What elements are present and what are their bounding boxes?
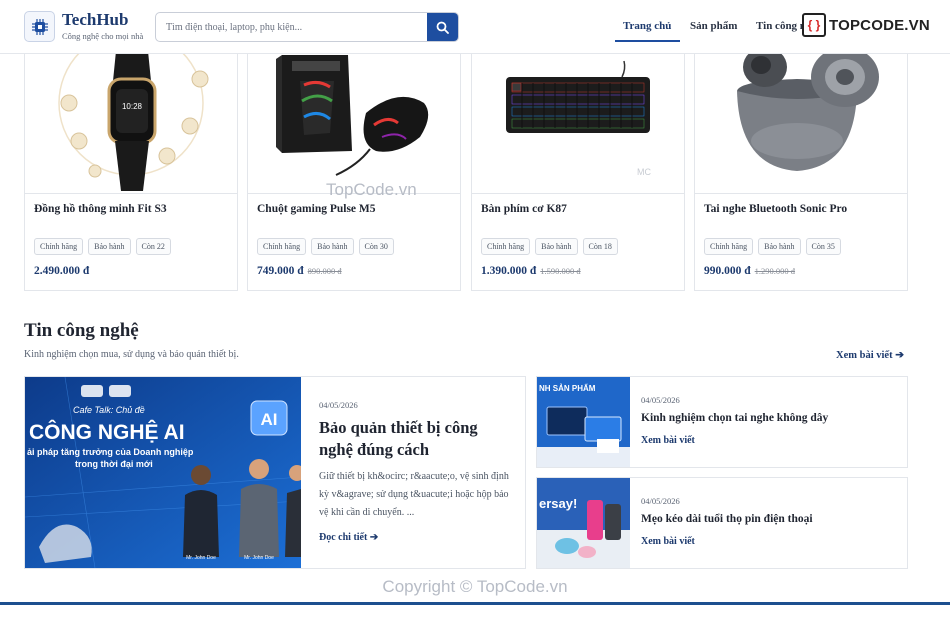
old-price: 1.290.000 đ [754,266,796,276]
topcode-watermark-logo: { } TOPCODE.VN [802,11,930,39]
svg-text:trong thời đại mới: trong thời đại mới [75,459,153,469]
nav-active-indicator [615,40,680,42]
product-card[interactable]: Tai nghe Bluetooth Sonic Pro Chính hãng … [694,40,908,291]
product-card[interactable]: Chuột gaming Pulse M5 Chính hãng Bảo hàn… [247,40,461,291]
svg-text:ersay!: ersay! [539,496,577,511]
search-icon [436,21,449,34]
article-date: 04/05/2026 [319,400,358,410]
svg-text:10:28: 10:28 [122,102,143,111]
watermark-text: TopCode.vn [326,180,417,199]
current-price: 1.390.000 đ [481,265,537,277]
product-name[interactable]: Đồng hồ thông minh Fit S3 [34,203,167,215]
svg-text:NH SẢN PHẨM: NH SẢN PHẨM [539,384,596,393]
article-title[interactable]: Bảo quản thiết bị công nghệ đúng cách [319,417,509,461]
current-price: 990.000 đ [704,265,751,277]
product-price: 2.490.000 đ [34,265,89,277]
tag-warranty: Bảo hành [758,238,801,255]
article-excerpt: Giữ thiết bị kh&ocirc; r&aacute;o, vệ si… [319,471,509,518]
watermark-mark-icon: { } [802,13,826,37]
old-price: 890.000 đ [307,266,342,276]
card-divider [472,193,684,194]
tag-authentic: Chính hãng [481,238,531,255]
side-article-image[interactable]: NH SẢN PHẨM [537,377,630,467]
article-title[interactable]: Mẹo kéo dài tuổi thọ pin điện thoại [641,513,813,525]
product-name[interactable]: Tai nghe Bluetooth Sonic Pro [704,203,847,215]
chip-logo-icon[interactable] [24,11,55,42]
tag-warranty: Bảo hành [88,238,131,255]
read-more-label: Đọc chi tiết [319,532,368,543]
section-title: Tin công nghệ [24,320,139,341]
tag-authentic: Chính hãng [257,238,307,255]
view-all-label: Xem bài viết [836,350,893,361]
section-subtitle: Kinh nghiệm chọn mua, sử dụng và bảo quả… [24,349,239,360]
card-divider [695,193,907,194]
nav-products[interactable]: Sản phẩm [690,20,737,32]
view-all-articles-link[interactable]: Xem bài viết ➔ [836,349,904,361]
footer-bar [0,602,950,605]
product-tags: Chính hãng Bảo hành Còn 30 [257,238,394,255]
product-card[interactable]: MC Bàn phím cơ K87 Chính hãng Bảo hành C… [471,40,685,291]
copyright-watermark: Copyright © TopCode.vn [382,577,568,596]
svg-text:CÔNG NGHỆ AI: CÔNG NGHỆ AI [29,420,185,444]
product-price: 990.000 đ 1.290.000 đ [704,265,795,277]
nav-home[interactable]: Trang chủ [623,20,671,32]
product-image-smartwatch[interactable]: 10:28 [25,41,237,193]
side-article-image[interactable]: ersay! [537,478,630,568]
svg-text:MC: MC [637,167,651,177]
product-image-earbuds[interactable] [695,41,907,193]
card-divider [25,193,237,194]
svg-text:Mr. John Doe: Mr. John Doe [186,555,216,561]
product-tags: Chính hãng Bảo hành Còn 22 [34,238,171,255]
product-price: 749.000 đ 890.000 đ [257,265,342,277]
read-more-link[interactable]: Xem bài viết [641,435,695,446]
featured-article[interactable]: AI Cafe Talk: Chủ đề CÔNG NGHỆ AI ải phá… [24,376,526,569]
svg-text:ải pháp tăng trưởng của Doanh: ải pháp tăng trưởng của Doanh nghiệp [27,447,194,457]
product-price: 1.390.000 đ 1.590.000 đ [481,265,581,277]
product-tags: Chính hãng Bảo hành Còn 35 [704,238,841,255]
tag-warranty: Bảo hành [535,238,578,255]
featured-article-image[interactable]: AI Cafe Talk: Chủ đề CÔNG NGHỆ AI ải phá… [25,377,301,568]
tag-warranty: Bảo hành [311,238,354,255]
product-name[interactable]: Chuột gaming Pulse M5 [257,203,376,215]
arrow-right-icon: ➔ [895,350,905,361]
side-article[interactable]: NH SẢN PHẨM 04/05/2026 Kinh nghiệm chọn … [536,376,908,468]
tag-authentic: Chính hãng [34,238,84,255]
product-tags: Chính hãng Bảo hành Còn 18 [481,238,618,255]
svg-text:AI: AI [261,410,278,429]
read-more-link[interactable]: Đọc chi tiết ➔ [319,532,378,543]
product-name[interactable]: Bàn phím cơ K87 [481,203,567,215]
svg-text:Cafe Talk: Chủ đề: Cafe Talk: Chủ đề [73,405,145,415]
product-image-keyboard[interactable]: MC [472,41,684,193]
tag-stock: Còn 30 [358,238,394,255]
current-price: 749.000 đ [257,265,304,277]
tag-stock: Còn 35 [805,238,841,255]
article-title[interactable]: Kinh nghiệm chọn tai nghe không dây [641,412,828,424]
current-price: 2.490.000 đ [34,265,90,277]
read-more-link[interactable]: Xem bài viết [641,536,695,547]
brand-name[interactable]: TechHub [62,10,128,30]
search-bar [155,12,459,42]
tag-stock: Còn 22 [135,238,171,255]
search-input[interactable] [156,13,428,41]
search-button[interactable] [427,13,458,41]
arrow-right-icon: ➔ [369,532,379,543]
svg-text:Mr. John Doe: Mr. John Doe [244,555,274,561]
tag-authentic: Chính hãng [704,238,754,255]
article-date: 04/05/2026 [641,496,680,506]
watermark-logo-text: TOPCODE.VN [829,16,930,34]
product-card[interactable]: 10:28 Đồng hồ thông minh Fit S3 Chính hã… [24,40,238,291]
old-price: 1.590.000 đ [540,266,581,276]
side-article[interactable]: ersay! 04/05/2026 Mẹo kéo dài tuổi thọ p… [536,477,908,569]
article-date: 04/05/2026 [641,395,680,405]
product-image-gaming-mouse[interactable] [248,41,460,193]
brand-tagline: Công nghệ cho mọi nhà [62,31,144,41]
tag-stock: Còn 18 [582,238,618,255]
